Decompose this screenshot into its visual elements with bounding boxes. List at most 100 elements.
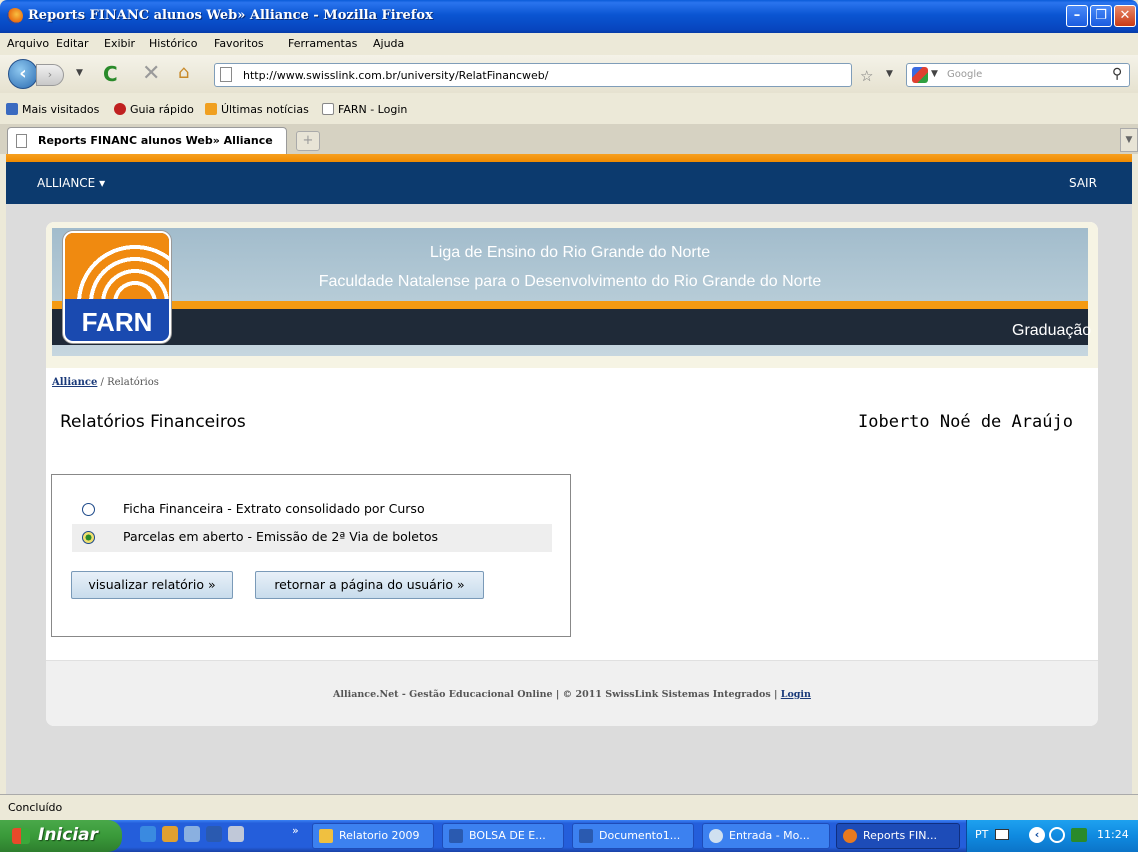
close-button[interactable]: ✕ xyxy=(1114,5,1136,27)
task-entrada[interactable]: Entrada - Mo... xyxy=(702,823,830,849)
task-label: Documento1... xyxy=(599,829,681,842)
menu-ajuda[interactable]: Ajuda xyxy=(373,37,404,50)
logout-link[interactable]: SAIR xyxy=(1069,176,1097,190)
minimize-button[interactable]: – xyxy=(1066,5,1088,27)
window-title-bar[interactable]: Reports FINANC alunos Web» Alliance - Mo… xyxy=(0,0,1138,33)
word-icon[interactable] xyxy=(206,826,222,842)
menu-historico[interactable]: Histórico xyxy=(149,37,197,50)
banner-line-2: Faculdade Natalense para o Desenvolvimen… xyxy=(318,273,822,290)
keyboard-icon[interactable] xyxy=(995,829,1009,840)
institution-banner: Liga de Ensino do Rio Grande do Norte Fa… xyxy=(52,228,1092,356)
logo-text: FARN xyxy=(81,307,153,337)
site-footer: Alliance.Net - Gestão Educacional Online… xyxy=(46,660,1098,726)
menu-editar[interactable]: Editar xyxy=(56,37,89,50)
tab-list-dropdown-icon[interactable]: ▼ xyxy=(1120,128,1138,152)
radio-ficha-financeira[interactable] xyxy=(82,503,95,516)
content-card: Liga de Ensino do Rio Grande do Norte Fa… xyxy=(46,222,1098,726)
task-label: Entrada - Mo... xyxy=(729,829,810,842)
menu-arquivo[interactable]: Arquivo xyxy=(7,37,49,50)
sun-logo-icon xyxy=(65,233,169,299)
quick-launch xyxy=(140,826,270,846)
search-input[interactable]: Google xyxy=(947,69,982,80)
bookmarks-toolbar: Mais visitados Guia rápido Últimas notíc… xyxy=(0,100,1138,120)
quick-launch-chevron[interactable]: » xyxy=(292,824,299,837)
page-icon xyxy=(322,103,334,115)
tab-label: Reports FINANC alunos Web» Alliance xyxy=(38,134,273,147)
menu-favoritos[interactable]: Favoritos xyxy=(214,37,264,50)
farn-logo: FARN xyxy=(63,231,171,343)
new-tab-button[interactable]: + xyxy=(296,131,320,151)
user-name: Ioberto Noé de Araújo xyxy=(858,412,1073,432)
task-label: BOLSA DE E... xyxy=(469,829,546,842)
firefox-icon xyxy=(843,829,857,843)
url-text[interactable]: http://www.swisslink.com.br/university/R… xyxy=(243,69,548,82)
guide-icon xyxy=(114,103,126,115)
google-icon[interactable] xyxy=(912,67,928,83)
radio-parcelas-em-aberto[interactable] xyxy=(82,531,95,544)
page-icon xyxy=(16,134,27,148)
bookmark-star-icon[interactable]: ☆ xyxy=(860,67,873,85)
site-top-accent xyxy=(6,154,1132,162)
alliance-menu[interactable]: ALLIANCE ▾ xyxy=(37,176,105,190)
language-indicator[interactable]: PT xyxy=(975,828,988,841)
taskbar: Iniciar » Relatorio 2009 BOLSA DE E... D… xyxy=(0,820,1138,852)
task-label: Reports FIN... xyxy=(863,829,937,842)
search-bar[interactable]: ▼ Google ⚲ xyxy=(906,63,1130,87)
menu-bar: Arquivo Editar Exibir Histórico Favorito… xyxy=(0,33,1138,55)
menu-ferramentas[interactable]: Ferramentas xyxy=(288,37,357,50)
back-button[interactable]: ‹ xyxy=(8,59,38,89)
report-option-parcelas[interactable]: Parcelas em aberto - Emissão de 2ª Via d… xyxy=(72,524,552,552)
task-documento1[interactable]: Documento1... xyxy=(572,823,694,849)
banner-section-label: Graduação xyxy=(1012,322,1092,339)
ie-icon[interactable] xyxy=(140,826,156,842)
stop-icon[interactable]: ✕ xyxy=(142,61,160,86)
breadcrumb-home-link[interactable]: Alliance xyxy=(52,377,97,388)
bookmark-farn-login[interactable]: FARN - Login xyxy=(322,103,407,116)
search-engine-dropdown-icon[interactable]: ▼ xyxy=(931,69,938,79)
start-button[interactable]: Iniciar xyxy=(0,820,122,852)
status-text: Concluído xyxy=(8,801,63,814)
home-icon[interactable]: ⌂ xyxy=(178,62,189,83)
bookmark-ultimas-noticias[interactable]: Últimas notícias xyxy=(205,103,309,116)
task-relatorio-2009[interactable]: Relatorio 2009 xyxy=(312,823,434,849)
bookmark-mais-visitados[interactable]: Mais visitados xyxy=(6,103,99,116)
tab-strip: Reports FINANC alunos Web» Alliance + ▼ xyxy=(0,124,1138,154)
task-reports-firefox[interactable]: Reports FIN... xyxy=(836,823,960,849)
banner-accent-stripe xyxy=(52,301,1088,309)
menu-exibir[interactable]: Exibir xyxy=(104,37,135,50)
banner-dark-stripe xyxy=(52,309,1088,345)
bookmark-label: Guia rápido xyxy=(130,103,194,116)
media-icon[interactable] xyxy=(184,826,200,842)
browser-icon[interactable] xyxy=(162,826,178,842)
app-icon[interactable] xyxy=(228,826,244,842)
firefox-icon xyxy=(7,8,23,24)
return-to-user-page-button[interactable]: retornar a página do usuário » xyxy=(255,571,484,599)
footer-login-link[interactable]: Login xyxy=(781,689,811,700)
footer-text: Alliance.Net - Gestão Educacional Online… xyxy=(46,689,1098,700)
forward-button[interactable]: › xyxy=(36,64,64,86)
bookmark-guia-rapido[interactable]: Guia rápido xyxy=(114,103,194,116)
network-icon[interactable] xyxy=(1049,827,1065,843)
tray-back-icon[interactable]: ‹ xyxy=(1029,827,1045,843)
breadcrumb: Alliance / Relatórios xyxy=(52,377,159,388)
address-bar[interactable]: http://www.swisslink.com.br/university/R… xyxy=(214,63,852,87)
folder-icon xyxy=(319,829,333,843)
search-icon[interactable]: ⚲ xyxy=(1112,66,1122,82)
url-dropdown-icon[interactable]: ▼ xyxy=(886,69,893,79)
security-icon[interactable] xyxy=(1071,828,1087,842)
report-option-ficha[interactable]: Ficha Financeira - Extrato consolidado p… xyxy=(72,496,552,524)
maximize-button[interactable]: ❐ xyxy=(1090,5,1112,27)
start-label: Iniciar xyxy=(38,825,99,845)
report-options-panel: Ficha Financeira - Extrato consolidado p… xyxy=(51,474,571,637)
tab-active[interactable]: Reports FINANC alunos Web» Alliance xyxy=(7,127,287,154)
task-bolsa[interactable]: BOLSA DE E... xyxy=(442,823,564,849)
site-top-nav: ALLIANCE ▾ SAIR xyxy=(6,162,1132,204)
breadcrumb-current: / Relatórios xyxy=(97,377,159,388)
view-report-button[interactable]: visualizar relatório » xyxy=(71,571,233,599)
history-dropdown-icon[interactable]: ▼ xyxy=(76,68,83,78)
page-title: Relatórios Financeiros xyxy=(60,412,246,432)
bookmark-label: Últimas notícias xyxy=(221,103,309,116)
status-bar: Concluído xyxy=(0,794,1138,820)
reload-icon[interactable]: C xyxy=(103,62,118,86)
option-label: Parcelas em aberto - Emissão de 2ª Via d… xyxy=(123,529,439,544)
